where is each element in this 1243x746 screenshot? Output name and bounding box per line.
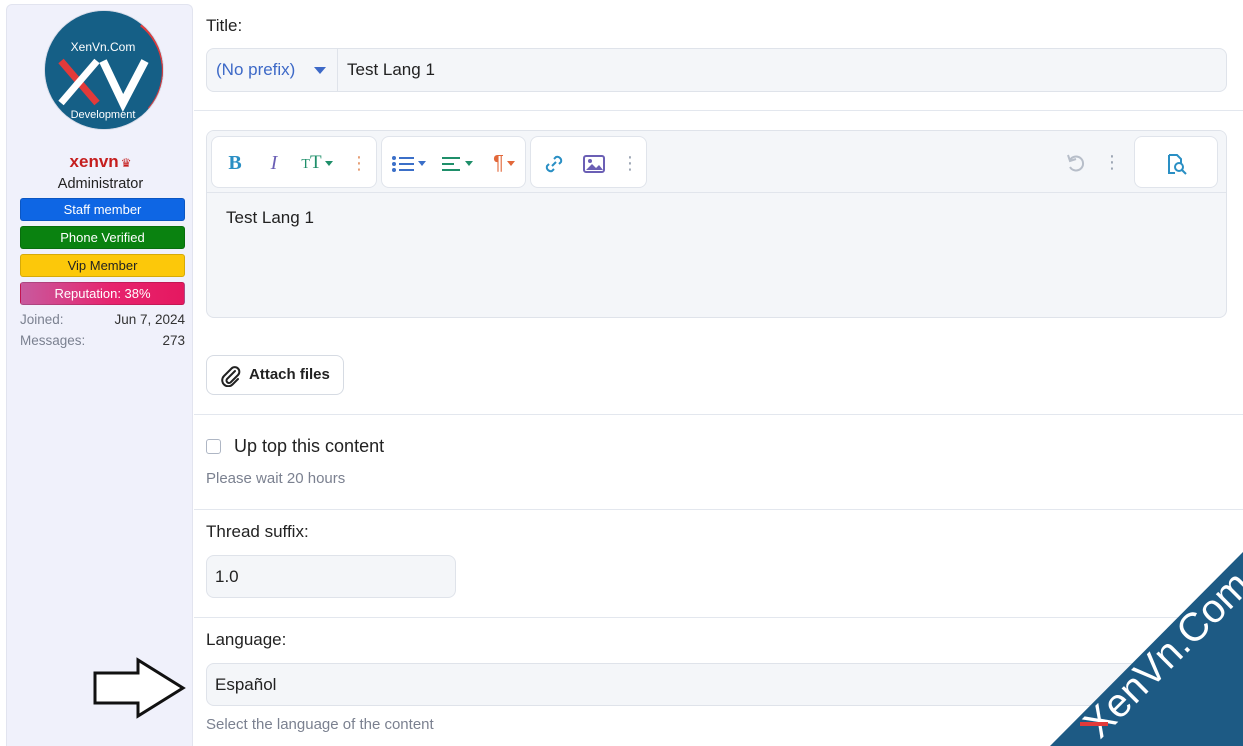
up-top-checkbox[interactable] (206, 439, 221, 454)
user-sidebar: XenVn.Com Development xenvn ♛ Administrat… (6, 4, 193, 746)
vip-member-badge: Vip Member (20, 254, 185, 277)
joined-stat: Joined: Jun 7, 2024 (20, 312, 185, 327)
italic-icon[interactable]: I (261, 150, 287, 176)
caret-down-icon[interactable] (314, 67, 326, 74)
divider (194, 414, 1243, 415)
username-text[interactable]: xenvn (70, 152, 119, 171)
watermark-logo: XenVn.Com (1050, 552, 1243, 746)
more-vertical-icon[interactable]: ⋮ (350, 150, 368, 176)
link-icon[interactable] (539, 150, 569, 176)
user-role: Administrator (57, 176, 144, 192)
rich-text-editor: B I TT ⋮ ¶ ⋮ ⋮ Test Lang 1 (206, 130, 1227, 318)
language-value[interactable]: Español (215, 675, 276, 694)
paragraph-icon[interactable]: ¶ (486, 150, 522, 176)
attach-files-label[interactable]: Attach files (249, 366, 330, 383)
toolbar-group-preview (1134, 136, 1218, 188)
align-icon[interactable] (437, 150, 477, 176)
text-size-icon[interactable]: TT (296, 150, 338, 176)
avatar-top-text: XenVn.Com (71, 40, 136, 54)
username[interactable]: xenvn ♛ (7, 152, 194, 172)
phone-verified-badge: Phone Verified (20, 226, 185, 249)
reputation-badge: Reputation: 38% (20, 282, 185, 305)
divider (194, 509, 1243, 510)
avatar-bottom-text: Development (71, 109, 136, 121)
prefix-value[interactable]: (No prefix) (216, 60, 295, 79)
list-icon[interactable] (388, 150, 428, 176)
title-label: Title: (206, 16, 243, 35)
divider (194, 110, 1243, 111)
title-field: (No prefix) Test Lang 1 (206, 48, 1227, 92)
pointing-arrow-icon (93, 657, 186, 719)
toolbar-group-paragraph: ¶ (381, 136, 526, 188)
crown-icon: ♛ (120, 156, 132, 170)
bold-icon[interactable]: B (222, 150, 248, 176)
paperclip-icon (221, 366, 241, 387)
up-top-label[interactable]: Up top this content (234, 436, 384, 457)
messages-value[interactable]: 273 (162, 333, 185, 348)
prefix-dropdown[interactable]: (No prefix) (207, 49, 338, 91)
editor-toolbar: B I TT ⋮ ¶ ⋮ ⋮ (207, 131, 1226, 193)
preview-icon[interactable] (1163, 150, 1189, 176)
more-vertical-icon[interactable]: ⋮ (621, 150, 639, 176)
thread-suffix-input[interactable]: 1.0 (206, 555, 456, 598)
messages-label: Messages: (20, 333, 86, 348)
attach-files-button[interactable]: Attach files (206, 355, 344, 395)
toolbar-group-insert: ⋮ (530, 136, 647, 188)
staff-member-badge: Staff member (20, 198, 185, 221)
up-top-hint: Please wait 20 hours (206, 470, 346, 487)
more-vertical-icon[interactable]: ⋮ (1103, 149, 1121, 175)
joined-value: Jun 7, 2024 (114, 312, 185, 327)
image-icon[interactable] (579, 150, 609, 176)
undo-icon[interactable] (1063, 149, 1089, 175)
joined-label: Joined: (20, 312, 64, 327)
language-label: Language: (206, 630, 287, 649)
avatar[interactable]: XenVn.Com Development (45, 11, 163, 129)
avatar-logo-icon: XenVn.Com Development (45, 11, 163, 129)
messages-stat: Messages: 273 (20, 333, 185, 348)
thread-suffix-label: Thread suffix: (206, 522, 309, 541)
toolbar-group-text: B I TT ⋮ (211, 136, 377, 188)
editor-content[interactable]: Test Lang 1 (226, 208, 314, 228)
title-input[interactable]: Test Lang 1 (347, 49, 435, 91)
language-hint: Select the language of the content (206, 716, 434, 733)
